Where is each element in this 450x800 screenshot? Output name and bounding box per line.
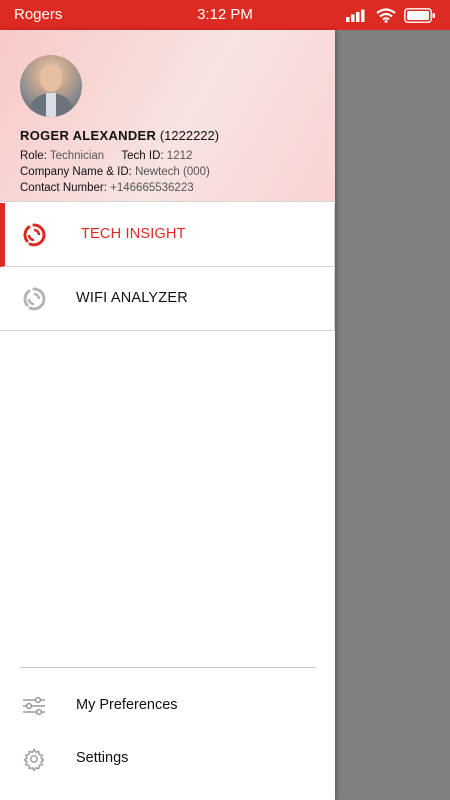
footer-divider — [20, 667, 316, 668]
profile-name: ROGER ALEXANDER — [20, 128, 157, 143]
contact-value: +146665536223 — [110, 182, 194, 194]
status-bar: Rogers 3:12 PM — [0, 0, 450, 30]
battery-icon — [404, 7, 435, 23]
company-value: Newtech (000) — [135, 166, 210, 178]
status-icons — [346, 6, 436, 24]
profile-role-row: Role: Technician Tech ID: 1212 — [20, 150, 192, 162]
menu-item-label: WIFI ANALYZER — [76, 290, 188, 306]
sliders-icon — [23, 696, 45, 716]
gear-icon — [23, 748, 45, 771]
menu-item-tech-insight[interactable]: TECH INSIGHT — [0, 203, 335, 267]
profile-contact-row: Contact Number: +146665536223 — [20, 182, 194, 194]
tech-insight-logo-icon — [23, 223, 46, 247]
wifi-analyzer-logo-icon — [23, 287, 46, 311]
avatar[interactable] — [20, 55, 82, 117]
navigation-drawer: ROGER ALEXANDER (1222222) Role: Technici… — [0, 30, 335, 800]
wifi-icon — [376, 7, 396, 23]
signal-icon — [346, 9, 365, 22]
menu-item-wifi-analyzer[interactable]: WIFI ANALYZER — [0, 267, 335, 331]
menu-item-label: TECH INSIGHT — [81, 226, 186, 242]
company-label: Company Name & ID: — [20, 166, 132, 178]
settings-label: Settings — [76, 750, 129, 766]
role-label: Role: — [20, 150, 47, 162]
contact-label: Contact Number: — [20, 182, 107, 194]
my-preferences-item[interactable]: My Preferences — [0, 684, 335, 728]
role-value: Technician — [49, 150, 105, 162]
tech-id-value: 1212 — [166, 150, 193, 162]
profile-header: ROGER ALEXANDER (1222222) Role: Technici… — [0, 30, 335, 202]
my-preferences-label: My Preferences — [76, 697, 178, 713]
settings-item[interactable]: Settings — [0, 737, 335, 781]
profile-company-row: Company Name & ID: Newtech (000) — [20, 166, 210, 178]
profile-id: (1222222) — [159, 128, 220, 143]
tech-id-label: Tech ID: — [121, 150, 164, 162]
profile-name-line: ROGER ALEXANDER (1222222) — [20, 128, 219, 143]
